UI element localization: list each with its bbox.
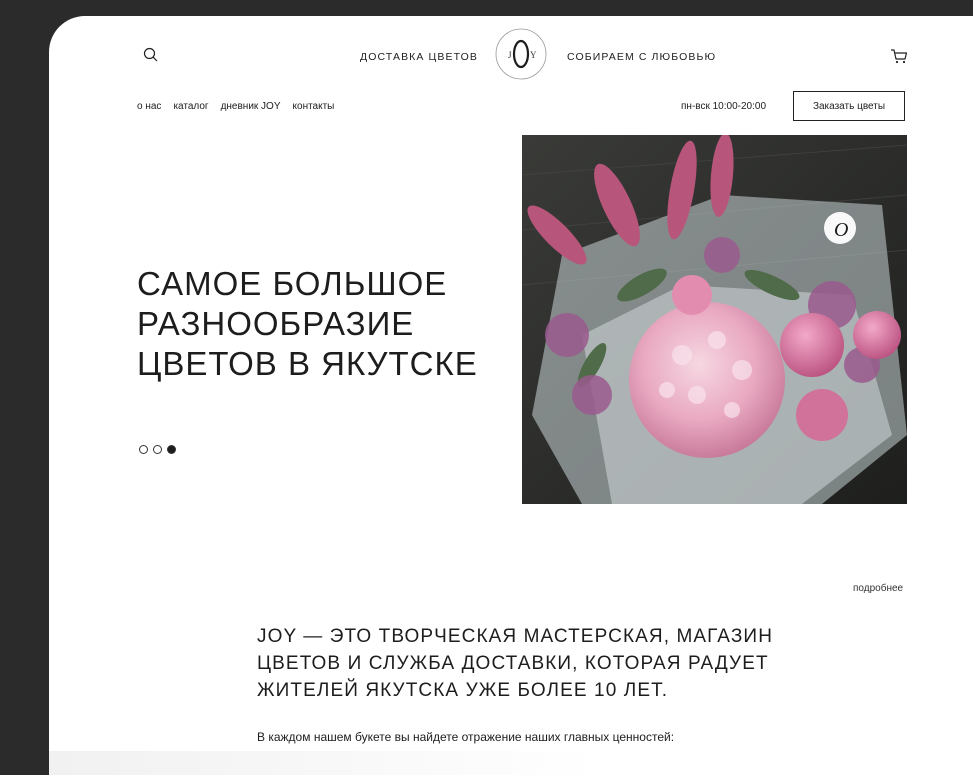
bouquet-photo: O [522,135,907,504]
menu-item-about[interactable]: о нас [137,101,161,112]
about-title: JOY — ЭТО ТВОРЧЕСКАЯ МАСТЕРСКАЯ, МАГАЗИН… [257,623,817,704]
about-title-line: ЦВЕТОВ И СЛУЖБА ДОСТАВКИ, КОТОРАЯ РАДУЕТ [257,653,769,674]
menu-item-journal[interactable]: дневник JOY [221,101,281,112]
logo-letter-left: J [508,50,512,60]
hero-title: САМОЕ БОЛЬШОЕ РАЗНООБРАЗИЕ ЦВЕТОВ В ЯКУТ… [137,264,517,384]
logo[interactable]: J Y [495,28,547,80]
page-card: ДОСТАВКА ЦВЕТОВ J Y СОБИРАЕМ С ЛЮБОВЬЮ о… [49,16,973,775]
about-title-line: JOY — ЭТО ТВОРЧЕСКАЯ МАСТЕРСКАЯ, МАГАЗИН [257,626,774,647]
logo-letter-right: Y [530,50,537,60]
slider-dot-2[interactable] [153,445,162,454]
bottom-fade [49,751,973,775]
hero-title-line: ЦВЕТОВ В ЯКУТСКЕ [137,345,478,382]
slider-dot-3[interactable] [167,445,176,454]
hero-title-line: РАЗНООБРАЗИЕ [137,305,415,342]
cart-icon[interactable] [890,47,908,65]
opening-hours: пн-вск 10:00-20:00 [681,101,766,112]
slider-dot-1[interactable] [139,445,148,454]
nav-delivery-link[interactable]: ДОСТАВКА ЦВЕТОВ [360,51,478,63]
about-title-line: ЖИТЕЛЕЙ ЯКУТСКА УЖЕ БОЛЕЕ 10 ЛЕТ. [257,680,669,701]
about-text: В каждом нашем букете вы найдете отражен… [257,730,675,744]
slider-dots [139,445,176,454]
nav-slogan: СОБИРАЕМ С ЛЮБОВЬЮ [567,51,717,63]
order-flowers-button[interactable]: Заказать цветы [793,91,905,121]
photo-badge-letter: O [834,219,848,241]
search-icon[interactable] [143,47,159,63]
hero-title-line: САМОЕ БОЛЬШОЕ [137,265,448,302]
more-link[interactable]: подробнее [853,583,903,594]
menu-item-catalog[interactable]: каталог [173,101,208,112]
main-menu: о нас каталог дневник JOY контакты [137,101,334,112]
menu-item-contacts[interactable]: контакты [293,101,335,112]
